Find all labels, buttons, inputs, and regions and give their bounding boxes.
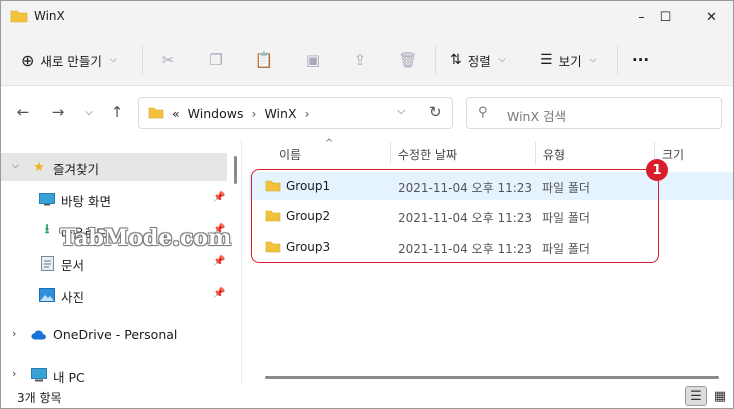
view-label: 보기 [558,53,582,69]
new-label: 새로 만들기 [40,53,102,69]
sort-label: 정렬 [467,53,491,69]
navigation-bar: ← → ⌵ ↑ « Windows › WinX › ⌵ ↻ ⚲ WinX 검색 [1,86,733,140]
star-icon: ★ [33,159,45,175]
sort-icon: ⇅ [450,52,462,68]
sidebar-item-label: 바탕 화면 [61,194,111,209]
chevron-right-icon: › [251,106,257,121]
chevron-right-icon[interactable]: › [12,367,16,380]
delete-icon[interactable]: 🗑 [397,49,419,71]
address-dropdown-icon[interactable]: ⌵ [397,104,405,118]
separator [142,45,143,75]
share-icon[interactable]: ⇪ [349,49,371,71]
window-title: WinX [34,9,65,23]
copy-icon[interactable]: ❐ [205,49,227,71]
sidebar-item-favorites[interactable]: ⌵ ★ 즐겨찾기 [1,153,227,181]
close-button[interactable]: ✕ [689,1,733,33]
pc-icon [31,367,47,383]
back-arrow-icon[interactable]: ← [13,102,33,122]
sidebar-item-pictures[interactable]: 사진 📌 [1,281,227,309]
desktop-icon [39,191,55,207]
address-bar[interactable]: « Windows › WinX › ⌵ ↻ [138,97,453,129]
chevron-down-icon: ⌵ [498,55,506,65]
breadcrumb: « Windows › WinX › [172,106,310,121]
sidebar-item-desktop[interactable]: 바탕 화면 📌 [1,185,227,213]
rename-icon[interactable]: ▣ [302,49,324,71]
sidebar-item-onedrive[interactable]: › OneDrive - Personal [1,321,227,349]
cloud-icon [31,327,47,343]
chevron-down-icon[interactable]: ⌵ [12,161,19,171]
document-icon [39,255,55,271]
title-bar[interactable]: WinX – ☐ ✕ [1,1,733,33]
breadcrumb-overflow[interactable]: « [172,106,180,121]
search-icon: ⚲ [478,105,488,120]
column-size[interactable]: 크기 [662,146,684,163]
separator [617,45,618,75]
sidebar-item-label: 즐겨찾기 [53,162,100,177]
search-box[interactable]: ⚲ WinX 검색 [466,97,722,129]
sidebar-scrollbar[interactable] [234,156,237,184]
breadcrumb-item[interactable]: WinX [264,106,296,121]
column-divider[interactable] [390,142,391,164]
refresh-icon[interactable]: ↻ [429,103,442,121]
command-bar: ⊕ 새로 만들기 ⌵ ✂ ❐ 📋 ▣ ⇪ 🗑 ⇅ 정렬 ⌵ ☰ 보기 ⌵ ··· [1,33,733,86]
annotation-badge: 1 [646,159,668,181]
new-button[interactable]: ⊕ 새로 만들기 ⌵ [21,47,117,73]
chevron-down-icon: ⌵ [109,55,117,65]
sort-up-icon: ^ [325,138,334,149]
search-placeholder: WinX 검색 [507,109,567,124]
download-icon: ⭳ [44,222,50,237]
view-button[interactable]: ☰ 보기 ⌵ [540,47,596,73]
plus-circle-icon: ⊕ [21,50,35,70]
pictures-icon [39,287,55,303]
pane-divider[interactable] [241,140,242,384]
column-type[interactable]: 유형 [543,146,565,163]
navigation-pane: ⌵ ★ 즐겨찾기 바탕 화면 📌 ⭳ 다운로드 📌 문서 📌 사진 📌 › On… [1,140,241,385]
recent-chevron-icon[interactable]: ⌵ [79,102,99,122]
status-bar: 3개 항목 ☰ ▦ [1,384,733,408]
paste-icon[interactable]: 📋 [253,49,275,71]
horizontal-scrollbar[interactable] [265,376,719,379]
tiles-view-icon[interactable]: ▦ [709,386,731,406]
pin-icon[interactable]: 📌 [213,256,225,267]
up-arrow-icon[interactable]: ↑ [107,102,127,122]
column-date-modified[interactable]: 수정한 날짜 [398,146,457,163]
sidebar-item-documents[interactable]: 문서 📌 [1,249,227,277]
folder-icon [148,107,164,119]
maximize-button[interactable]: ☐ [643,1,688,33]
explorer-window: WinX – ☐ ✕ ⊕ 새로 만들기 ⌵ ✂ ❐ 📋 ▣ ⇪ 🗑 ⇅ 정렬 ⌵… [0,0,734,409]
sort-button[interactable]: ⇅ 정렬 ⌵ [450,47,506,73]
more-options-button[interactable]: ··· [632,47,649,73]
sidebar-item-label: OneDrive - Personal [53,327,178,342]
sidebar-item-label: 사진 [61,290,85,305]
sidebar-item-label: 문서 [61,258,85,273]
folder-icon [10,10,28,23]
breadcrumb-item[interactable]: Windows [188,106,244,121]
chevron-down-icon: ⌵ [589,55,597,65]
forward-arrow-icon[interactable]: → [48,102,68,122]
pin-icon[interactable]: 📌 [213,192,225,203]
separator [435,45,436,75]
column-divider[interactable] [535,142,536,164]
chevron-right-icon[interactable]: › [12,327,16,340]
details-view-icon[interactable]: ☰ [685,386,707,406]
chevron-right-icon: › [304,106,310,121]
item-count: 3개 항목 [17,391,62,405]
watermark: TabMode.com [60,225,232,251]
annotation-highlight-box [251,169,659,263]
cut-icon[interactable]: ✂ [157,49,179,71]
column-name[interactable]: 이름 [279,146,301,163]
view-icon: ☰ [540,52,553,68]
pin-icon[interactable]: 📌 [213,288,225,299]
